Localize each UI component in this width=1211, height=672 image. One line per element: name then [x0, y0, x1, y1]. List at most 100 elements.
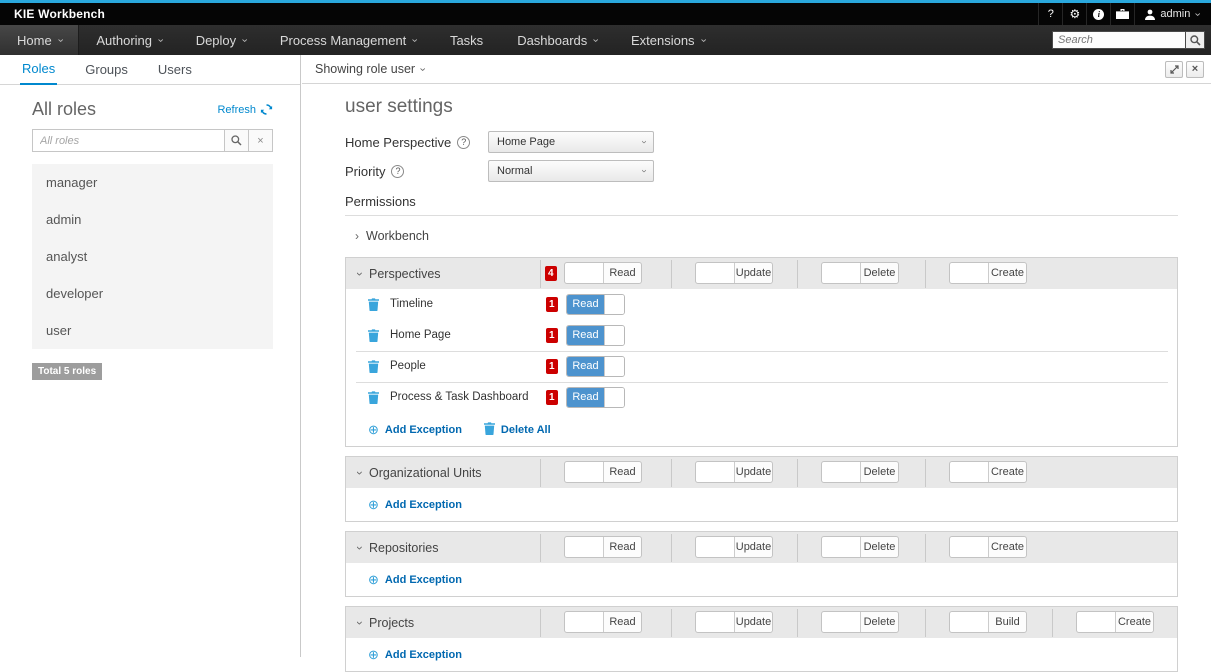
exception-count-badge: 1 [546, 359, 558, 374]
roles-clear-button[interactable]: × [249, 129, 273, 152]
section-name[interactable]: ›Organizational Units [346, 466, 482, 480]
exception-name: Process & Task Dashboard [390, 382, 529, 413]
toggle-update[interactable]: Update [695, 611, 773, 633]
section-actions: ⊕Add Exception [346, 563, 1177, 596]
nav-item-authoring[interactable]: Authoring› [79, 25, 178, 55]
toggle-read-on[interactable]: Read [566, 325, 625, 346]
help-icon[interactable]: ? [391, 165, 404, 178]
nav-item-extensions[interactable]: Extensions› [614, 25, 721, 55]
list-item-role-analyst[interactable]: analyst [32, 238, 273, 275]
exception-row: People 1 Read [346, 351, 1177, 382]
toggle-delete[interactable]: Delete [821, 611, 899, 633]
tab-groups[interactable]: Groups [83, 56, 130, 84]
section-name[interactable]: ›Perspectives [346, 267, 441, 281]
nav-search [1052, 25, 1211, 55]
search-button[interactable] [1186, 31, 1205, 49]
list-item-role-user[interactable]: user [32, 312, 273, 349]
search-input[interactable] [1052, 31, 1186, 49]
list-item-role-manager[interactable]: manager [32, 164, 273, 201]
panel-title-dropdown[interactable]: Showing role user › [302, 62, 424, 76]
exception-count-badge: 4 [545, 266, 557, 281]
toggle-create[interactable]: Create [949, 262, 1027, 284]
sidebar-tabs: Roles Groups Users [0, 55, 300, 85]
info-icon[interactable]: i [1086, 3, 1110, 25]
toggle-read-on[interactable]: Read [566, 294, 625, 315]
toggle-read-on[interactable]: Read [566, 387, 625, 408]
add-exception-link[interactable]: ⊕Add Exception [368, 648, 462, 661]
toggle-label: Read [567, 388, 604, 407]
page-title: user settings [345, 96, 1178, 118]
nav-item-home[interactable]: Home› [0, 25, 79, 55]
toggle-create[interactable]: Create [949, 536, 1027, 558]
home-perspective-select[interactable]: Home Page › [488, 131, 654, 153]
priority-select[interactable]: Normal › [488, 160, 654, 182]
toggle-handle [950, 263, 989, 283]
trash-icon[interactable] [368, 298, 379, 316]
add-exception-link[interactable]: ⊕Add Exception [368, 423, 462, 436]
roles-search-button[interactable] [225, 129, 249, 152]
exception-name: People [390, 351, 426, 382]
workbench-group-toggle[interactable]: › Workbench [345, 227, 1178, 245]
toggle-read[interactable]: Read [564, 461, 642, 483]
briefcase-icon[interactable] [1110, 3, 1134, 25]
toggle-create[interactable]: Create [1076, 611, 1154, 633]
chevron-down-icon: › [1192, 12, 1203, 16]
roles-filter-input[interactable] [32, 129, 225, 152]
chevron-down-icon: › [697, 38, 708, 42]
toggle-label: Read [567, 326, 604, 345]
toggle-delete[interactable]: Delete [821, 536, 899, 558]
trash-icon[interactable] [368, 360, 379, 378]
toggle-label: Read [604, 263, 641, 283]
permission-section-repositories: ›Repositories Read Update Delete Create ⊕Add … [345, 531, 1178, 597]
section-actions: ⊕Add Exception [346, 638, 1177, 671]
refresh-button[interactable]: Refresh [217, 103, 273, 116]
nav-item-deploy[interactable]: Deploy› [179, 25, 263, 55]
toggle-label: Read [567, 295, 604, 314]
nav-item-dashboards[interactable]: Dashboards› [500, 25, 614, 55]
chevron-down-icon: › [238, 38, 249, 42]
toggle-delete[interactable]: Delete [821, 461, 899, 483]
toggle-read[interactable]: Read [564, 611, 642, 633]
toggle-read[interactable]: Read [564, 536, 642, 558]
list-item-role-admin[interactable]: admin [32, 201, 273, 238]
toggle-build[interactable]: Build [949, 611, 1027, 633]
trash-icon[interactable] [368, 329, 379, 347]
nav-item-label: Tasks [450, 33, 483, 48]
toggle-update[interactable]: Update [695, 536, 773, 558]
toggle-read-on[interactable]: Read [566, 356, 625, 377]
toggle-label: Update [735, 263, 772, 283]
expand-panel-button[interactable] [1165, 61, 1183, 78]
help-icon[interactable]: ? [1038, 3, 1062, 25]
add-exception-link[interactable]: ⊕Add Exception [368, 498, 462, 511]
user-menu[interactable]: admin › [1134, 3, 1211, 25]
add-exception-link[interactable]: ⊕Add Exception [368, 573, 462, 586]
gear-icon[interactable]: ⚙ [1062, 3, 1086, 25]
toggle-label: Delete [861, 462, 898, 482]
list-item-role-developer[interactable]: developer [32, 275, 273, 312]
nav-item-process-management[interactable]: Process Management› [263, 25, 433, 55]
toggle-create[interactable]: Create [949, 461, 1027, 483]
plus-circle-icon: ⊕ [368, 573, 379, 586]
toggle-delete[interactable]: Delete [821, 262, 899, 284]
nav-item-label: Home [17, 33, 52, 48]
delete-all-link[interactable]: Delete All [484, 422, 551, 438]
nav-item-tasks[interactable]: Tasks [433, 25, 500, 55]
toggle-label: Update [735, 462, 772, 482]
toggle-update[interactable]: Update [695, 262, 773, 284]
help-icon[interactable]: ? [457, 136, 470, 149]
close-panel-button[interactable]: × [1186, 61, 1204, 78]
section-name[interactable]: ›Repositories [346, 541, 438, 555]
section-name[interactable]: ›Projects [346, 616, 414, 630]
toggle-handle [1077, 612, 1116, 632]
toggle-update[interactable]: Update [695, 461, 773, 483]
trash-icon[interactable] [368, 391, 379, 409]
section-header: ›Projects Read Update Delete Build Create [346, 607, 1177, 638]
expand-icon [1170, 65, 1179, 74]
search-icon [231, 135, 242, 146]
toggle-read[interactable]: 4Read [564, 262, 642, 284]
sidebar-heading: All roles [32, 99, 96, 120]
tab-roles[interactable]: Roles [20, 55, 57, 85]
roles-list: manageradminanalystdeveloperuser [32, 164, 273, 349]
tab-users[interactable]: Users [156, 56, 194, 84]
chevron-down-icon: › [638, 140, 648, 143]
